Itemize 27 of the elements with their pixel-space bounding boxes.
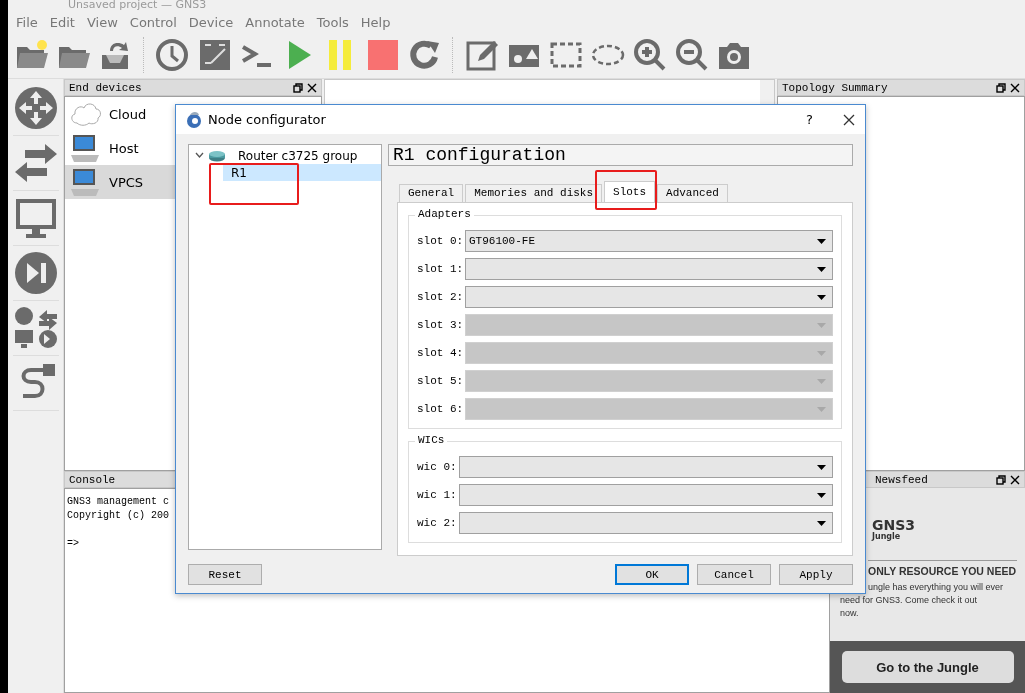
field-label: slot 1: — [417, 263, 461, 276]
field-label: slot 5: — [417, 375, 461, 388]
news-text-line: ungle has everything you will ever — [868, 581, 1004, 594]
field-label: slot 3: — [417, 319, 461, 332]
logo-subtitle: Jungle — [872, 532, 902, 541]
console-line: GNS3 management c — [67, 495, 170, 509]
logo-text: GNS3 — [872, 518, 917, 532]
console-prompt: => — [67, 537, 79, 551]
field-label: slot 6: — [417, 403, 461, 416]
field-label: wic 1: — [417, 489, 455, 502]
window-title: Unsaved project — GNS3 — [67, 0, 208, 12]
console-line: Copyright (c) 200 — [67, 509, 170, 523]
dialog-title: Node configurator — [208, 112, 327, 128]
news-headline: ONLY RESOURCE YOU NEED — [868, 565, 1016, 578]
field-label: slot 4: — [417, 347, 461, 360]
config-heading: R1 configuration — [388, 144, 853, 167]
field-label: wic 2: — [417, 517, 455, 530]
panel-title: End devices — [69, 81, 143, 94]
panel-title: Newsfeed — [874, 473, 929, 486]
panel-title: Console — [69, 473, 117, 486]
field-label: slot 0: — [417, 235, 461, 248]
group-title: Adapters — [415, 208, 474, 221]
panel-title: Topology Summary — [782, 81, 889, 94]
field-label: wic 0: — [417, 461, 455, 474]
field-label: slot 2: — [417, 291, 461, 304]
news-text-line: need for GNS3. Come check it out — [840, 594, 978, 607]
news-text-line: now. — [840, 607, 859, 620]
